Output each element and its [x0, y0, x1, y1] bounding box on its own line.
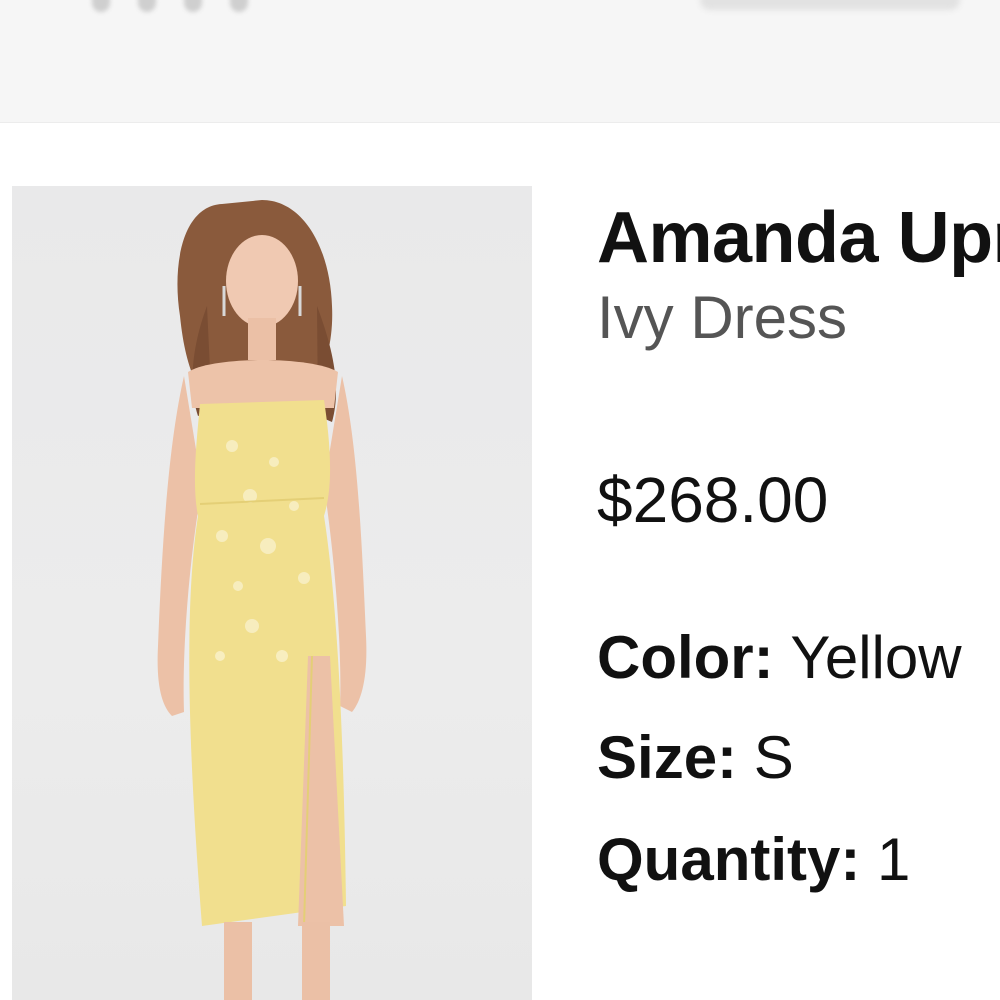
product-brand: Amanda Uprichard: [597, 198, 1000, 278]
color-attribute: Color: Yellow: [597, 622, 1000, 694]
color-value: Yellow: [790, 624, 962, 691]
product-details: Amanda Uprichard Ivy Dress $268.00 Color…: [597, 196, 1000, 896]
dress-model-illustration: [157, 200, 367, 1000]
color-label: Color:: [597, 624, 791, 691]
size-value: S: [753, 724, 794, 791]
product-price: $268.00: [597, 464, 829, 536]
product-order-view: Amanda Uprichard Ivy Dress $268.00 Color…: [0, 0, 1000, 1000]
product-image[interactable]: [12, 186, 532, 1000]
quantity-value: 1: [877, 826, 911, 893]
quantity-attribute: Quantity: 1: [597, 824, 1000, 896]
quantity-label: Quantity:: [597, 826, 877, 893]
top-bar: [0, 0, 1000, 123]
product-name: Ivy Dress: [597, 284, 848, 351]
top-bar-cropped-control: [700, 0, 960, 10]
size-attribute: Size: S: [597, 722, 1000, 794]
size-label: Size:: [597, 724, 754, 791]
top-bar-cropped-text: [92, 0, 252, 16]
